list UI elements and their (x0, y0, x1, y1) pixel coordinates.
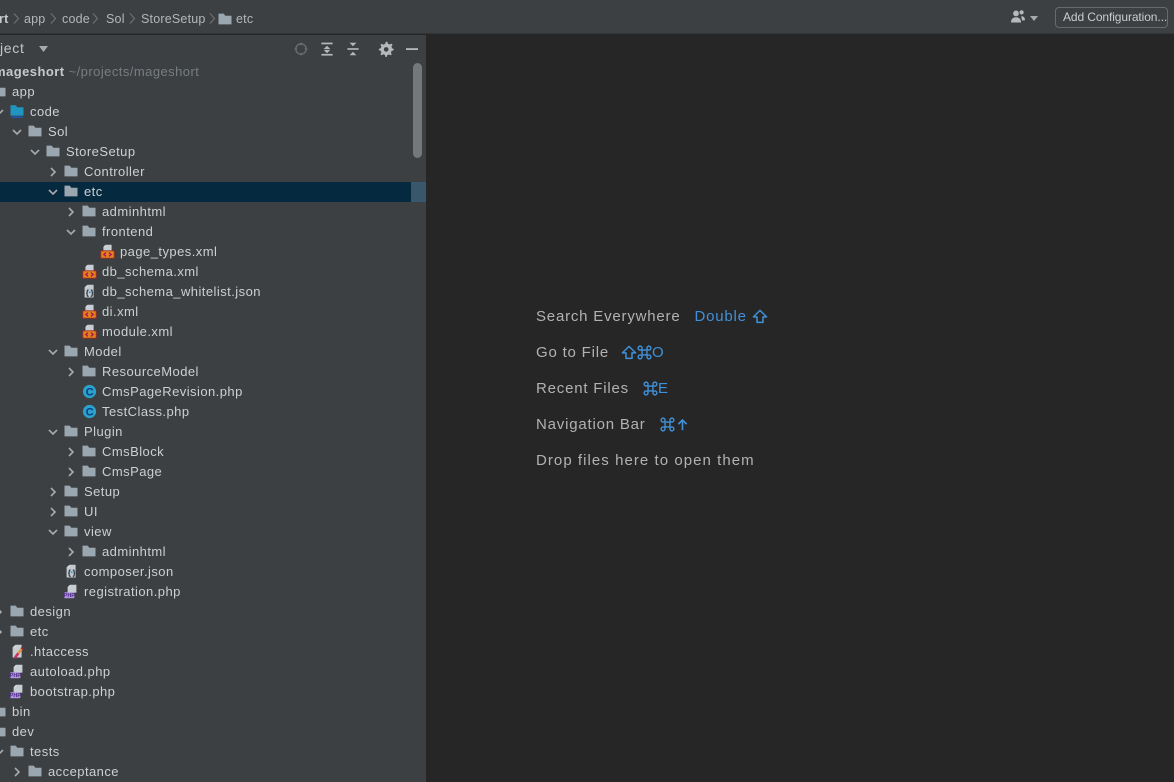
svg-text:C: C (86, 386, 94, 398)
svg-text:C: C (86, 406, 94, 418)
svg-text:PHP: PHP (64, 593, 75, 599)
svg-text:PHP: PHP (10, 693, 21, 699)
svg-text:PHP: PHP (10, 673, 21, 679)
